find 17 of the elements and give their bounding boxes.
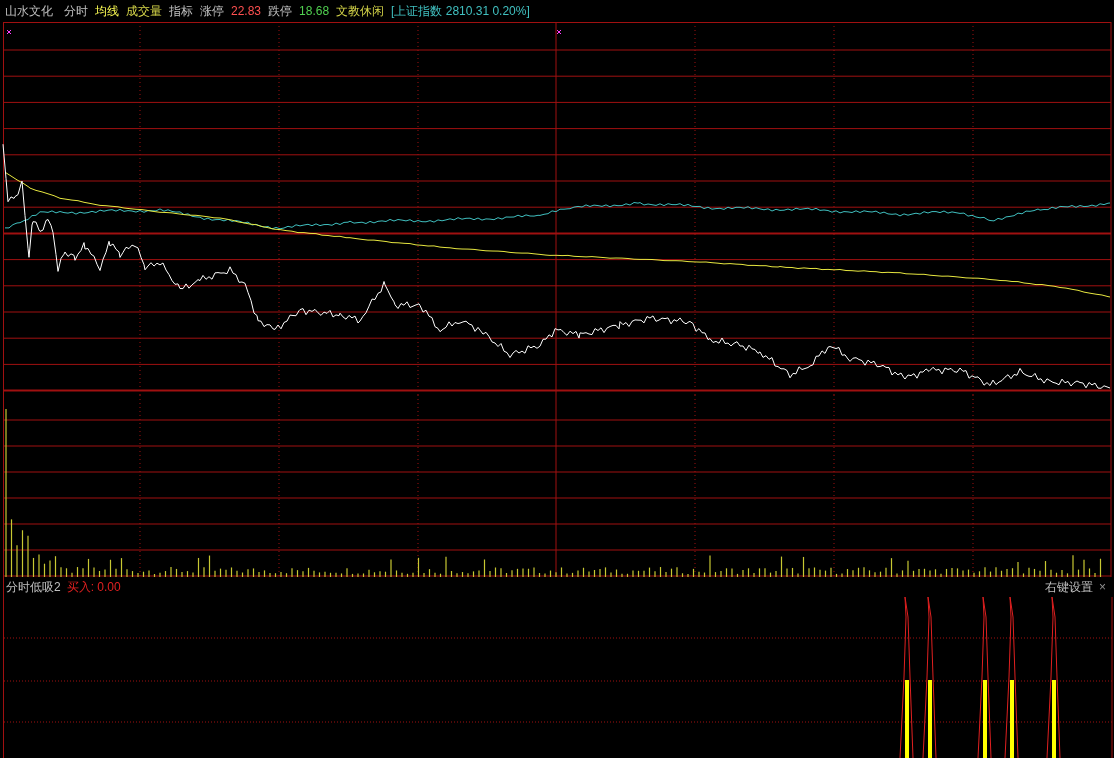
chart-tab[interactable]: 成交量 — [126, 5, 162, 17]
chart-tab[interactable]: 均线 — [95, 5, 119, 17]
index-quote: [上证指数 2810.31 0.20%] — [391, 5, 530, 17]
limit-down-price: 18.68 — [299, 5, 330, 17]
chart-tab[interactable]: 指标 — [169, 5, 193, 17]
stock-name: 山水文化 — [5, 5, 53, 17]
indicator-name: 分时低吸2 — [6, 581, 61, 593]
chart-tab[interactable]: 分时 — [64, 5, 88, 17]
limit-up-label: 涨停 — [200, 5, 224, 17]
settings-hint[interactable]: 右键设置 — [1045, 581, 1093, 593]
close-button[interactable]: × — [1099, 581, 1106, 593]
limit-down-label: 跌停 — [268, 5, 293, 17]
marker-icon — [556, 29, 562, 35]
marker-icon — [6, 29, 12, 35]
buy-signal-value: 买入: 0.00 — [66, 581, 121, 593]
sector-name: 文教休闲 — [336, 5, 385, 17]
limit-up-price: 22.83 — [231, 5, 262, 17]
